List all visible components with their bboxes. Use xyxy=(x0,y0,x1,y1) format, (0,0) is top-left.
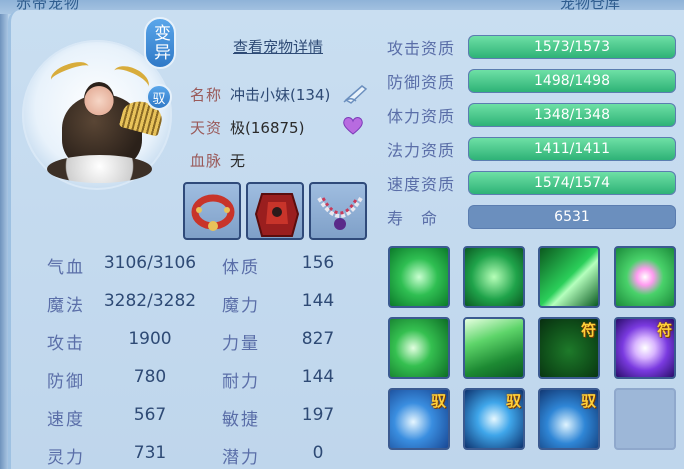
attr-value: 827 xyxy=(301,329,335,349)
aptitude-bar: 1348/1348 xyxy=(468,103,676,127)
aptitude-value: 1573/1573 xyxy=(534,39,610,55)
ice-claw-skill-slot[interactable]: 驭 xyxy=(388,388,450,450)
aptitude-row: 体力资质 1348/1348 xyxy=(387,103,676,127)
lifespan-bar: 6531 xyxy=(468,205,676,229)
aptitude-bar: 1574/1574 xyxy=(468,171,676,195)
variant-badge: 变异 xyxy=(144,17,176,69)
attr-label: 魔法 xyxy=(47,296,85,316)
aptitude-bar: 1573/1573 xyxy=(468,35,676,59)
aptitude-value: 1411/1411 xyxy=(534,141,610,157)
skill-tag: 符 xyxy=(656,321,672,339)
aptitude-row: 防御资质 1498/1498 xyxy=(387,69,676,93)
aptitude-value: 1498/1498 xyxy=(534,73,610,89)
aptitude-bar: 1411/1411 xyxy=(468,137,676,161)
aptitude-value: 1574/1574 xyxy=(534,175,610,191)
bloodline-label: 血脉 xyxy=(190,151,223,170)
attr-label: 耐力 xyxy=(222,372,260,392)
talent-value: 极(16875) xyxy=(230,118,305,137)
fist-skill-icon xyxy=(390,319,448,377)
purple-burst-skill-slot[interactable]: 符 xyxy=(614,317,676,379)
name-value: 冲击小妹(134) xyxy=(230,85,331,104)
equip-slot-necklace[interactable] xyxy=(309,182,367,240)
skill-tag: 驭 xyxy=(505,392,521,410)
horse-skill-slot[interactable] xyxy=(463,246,525,308)
attr-value: 731 xyxy=(133,443,167,463)
pet-name-row: 名称 冲击小妹(134) xyxy=(190,84,330,104)
attr-value: 780 xyxy=(133,367,167,387)
aptitude-row: 法力资质 1411/1411 xyxy=(387,137,676,161)
heart-skill-slot[interactable] xyxy=(614,246,676,308)
pet-talent-row: 天资 极(16875) xyxy=(190,117,304,137)
red-armor-icon xyxy=(254,193,300,237)
pet-head xyxy=(84,82,114,116)
rename-pen-icon[interactable] xyxy=(342,82,370,104)
attr-value: 567 xyxy=(133,405,167,425)
lifespan-value: 6531 xyxy=(554,209,590,225)
aptitude-label: 防御资质 xyxy=(387,73,456,92)
attr-value: 197 xyxy=(301,405,335,425)
ice-crystal-skill-slot[interactable]: 驭 xyxy=(538,388,600,450)
attr-value: 144 xyxy=(301,291,335,311)
attr-label: 攻击 xyxy=(47,334,85,354)
talent-label: 天资 xyxy=(190,118,223,137)
aptitude-label: 攻击资质 xyxy=(387,39,456,58)
tame-badge-text: 驭 xyxy=(152,91,166,107)
attr-value: 0 xyxy=(312,443,324,463)
attr-value: 156 xyxy=(301,253,335,273)
attr-label: 力量 xyxy=(222,334,260,354)
burst-skill-slot[interactable] xyxy=(463,317,525,379)
muscle-skill-slot[interactable]: 符 xyxy=(538,317,600,379)
empty-skill-slot xyxy=(614,388,676,450)
attr-label: 体质 xyxy=(222,258,260,278)
aptitude-bar: 1498/1498 xyxy=(468,69,676,93)
red-collar-icon xyxy=(191,194,235,231)
pet-ornament xyxy=(48,57,92,89)
purple-heart-icon[interactable] xyxy=(342,115,364,135)
equip-slot-collar[interactable] xyxy=(183,182,241,240)
fist-skill-slot[interactable] xyxy=(388,317,450,379)
view-pet-details-link[interactable]: 查看宠物详情 xyxy=(233,36,323,57)
aptitude-label: 体力资质 xyxy=(387,107,456,126)
attr-value: 1900 xyxy=(128,329,172,349)
bead-necklace-icon xyxy=(317,196,363,230)
ice-shard-skill-slot[interactable]: 驭 xyxy=(463,388,525,450)
horse-skill-icon xyxy=(465,248,523,306)
name-label: 名称 xyxy=(190,85,223,104)
attr-label: 敏捷 xyxy=(222,410,260,430)
aptitude-row: 攻击资质 1573/1573 xyxy=(387,35,676,59)
heart-skill-icon xyxy=(616,248,674,306)
bloodline-value: 无 xyxy=(230,151,246,170)
attr-value: 3282/3282 xyxy=(103,291,197,311)
variant-badge-text: 变异 xyxy=(150,24,170,62)
skill-tag: 符 xyxy=(580,321,596,339)
attr-label: 潜力 xyxy=(222,448,260,468)
skill-tag: 驭 xyxy=(580,392,596,410)
attr-value: 3106/3106 xyxy=(103,253,197,273)
lifespan-row: 寿 命 6531 xyxy=(387,205,676,229)
wings-skill-slot[interactable] xyxy=(388,246,450,308)
light-beam-skill-icon xyxy=(540,248,598,306)
light-beam-skill-slot[interactable] xyxy=(538,246,600,308)
attr-label: 气血 xyxy=(47,258,85,278)
burst-skill-icon xyxy=(465,319,523,377)
attr-label: 速度 xyxy=(47,410,85,430)
pet-bloodline-row: 血脉 无 xyxy=(190,150,245,170)
aptitude-label: 法力资质 xyxy=(387,141,456,160)
attr-label: 防御 xyxy=(47,372,85,392)
tame-badge: 驭 xyxy=(146,84,172,110)
lifespan-label: 寿 命 xyxy=(387,209,439,228)
aptitude-label: 速度资质 xyxy=(387,175,456,194)
attr-label: 灵力 xyxy=(47,448,85,468)
attr-label: 魔力 xyxy=(222,296,260,316)
pet-cloud xyxy=(47,155,152,183)
left-edge xyxy=(0,0,8,469)
aptitude-row: 速度资质 1574/1574 xyxy=(387,171,676,195)
equip-slot-armor[interactable] xyxy=(246,182,304,240)
attr-value: 144 xyxy=(301,367,335,387)
skill-tag: 驭 xyxy=(430,392,446,410)
aptitude-value: 1348/1348 xyxy=(534,107,610,123)
wings-skill-icon xyxy=(390,248,448,306)
